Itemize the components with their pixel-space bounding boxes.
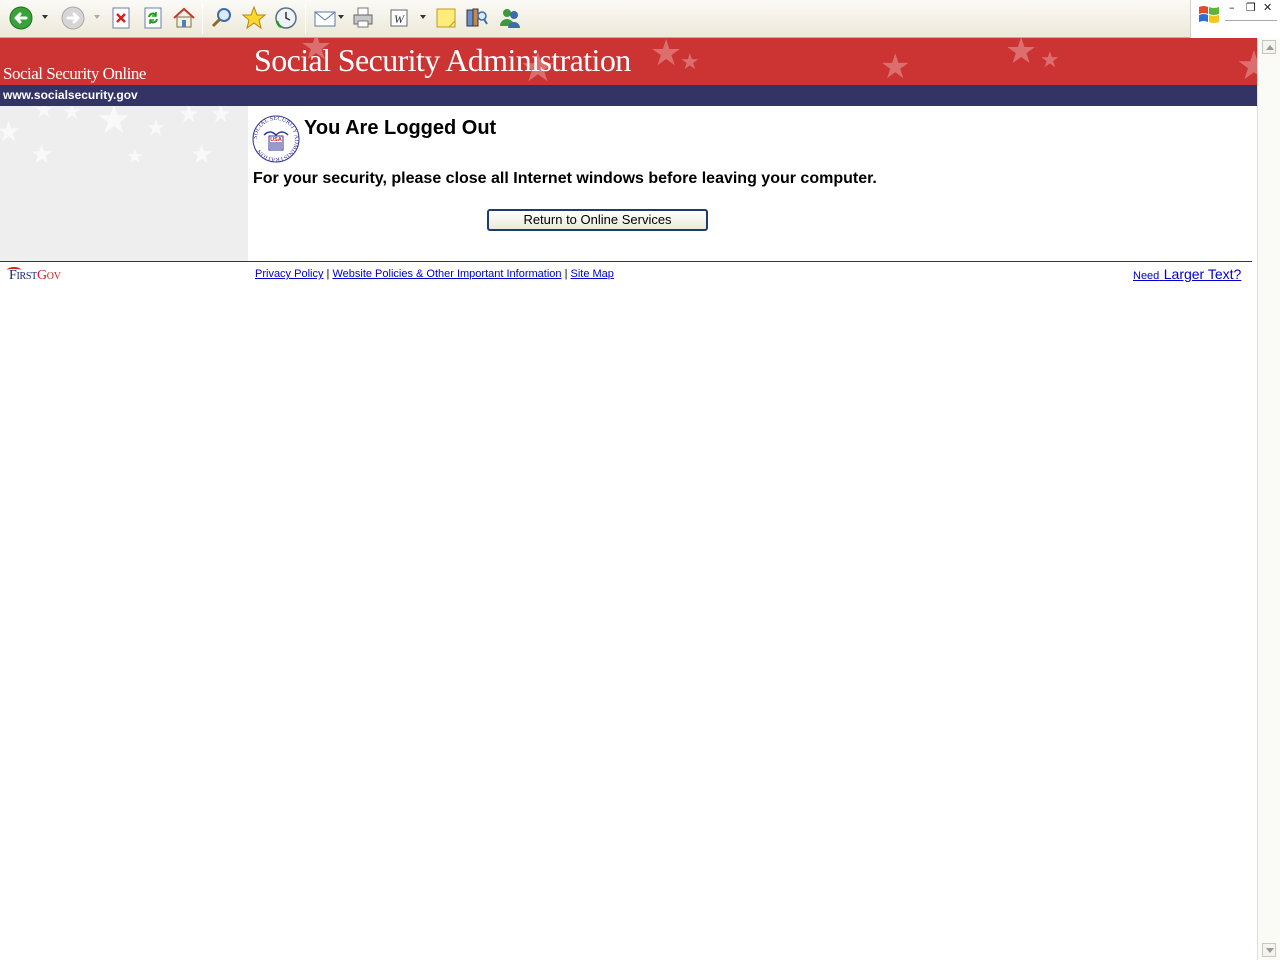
star-decoration: ★ [1236,43,1257,85]
star-decoration: ★ [880,47,911,85]
security-message: For your security, please close all Inte… [253,170,877,187]
footer-links: Privacy Policy | Website Policies & Othe… [255,268,614,280]
scroll-down-button[interactable] [1262,943,1276,957]
star-decoration: ★ [0,115,22,148]
minimize-icon[interactable]: – [1229,1,1235,15]
site-map-link[interactable]: Site Map [571,268,614,280]
print-icon[interactable] [350,5,376,31]
site-url: www.socialsecurity.gov [3,88,138,102]
mail-dropdown-icon[interactable] [338,15,344,19]
forward-dropdown-icon[interactable] [94,15,100,19]
main-content: SOCIAL SECURITY ADMINISTRATION USA You A… [248,106,1257,261]
search-icon[interactable] [209,5,235,31]
vertical-scrollbar[interactable] [1257,38,1280,960]
star-decoration: ★ [62,106,82,125]
window-corner: – ❐ ✕ [1190,0,1280,38]
website-policies-link[interactable]: Website Policies & Other Important Infor… [332,268,561,280]
left-column: ★ ★ ★ ★ ★ ★ ★ ★ ★ ★ [0,106,248,261]
star-decoration: ★ [1005,38,1038,72]
firstgov-swoosh-icon [7,267,21,273]
mail-icon[interactable] [312,5,338,31]
throbber-divider [1225,20,1277,21]
firstgov-logo[interactable]: FirstGov [7,267,61,284]
scroll-up-button[interactable] [1262,40,1276,54]
footer-divider [0,261,1252,262]
ssa-seal-icon: SOCIAL SECURITY ADMINISTRATION USA [252,115,300,163]
larger-text-link[interactable]: Need Larger Text? [1133,266,1241,284]
stop-icon[interactable] [108,5,134,31]
restore-icon[interactable]: ❐ [1246,1,1256,15]
toolbar-separator [305,4,306,34]
back-icon[interactable] [8,5,34,31]
favorites-icon[interactable] [241,5,267,31]
link-separator: | [561,268,571,280]
toolbar-separator [202,4,203,34]
edit-icon[interactable]: W [387,5,413,31]
return-to-online-services-button[interactable]: Return to Online Services [487,209,708,231]
star-decoration: ★ [680,50,700,75]
star-decoration: ★ [96,106,132,143]
home-icon[interactable] [171,5,197,31]
privacy-policy-link[interactable]: Privacy Policy [255,268,323,280]
back-dropdown-icon[interactable] [42,15,48,19]
star-decoration: ★ [210,106,232,128]
star-decoration: ★ [650,38,683,74]
messenger-icon[interactable] [497,5,523,31]
close-icon[interactable]: ✕ [1263,1,1272,15]
site-name: Social Security Online [3,64,146,83]
url-strip: www.socialsecurity.gov [0,85,1257,106]
star-decoration: ★ [178,106,200,128]
star-decoration: ★ [34,106,54,123]
research-icon[interactable] [464,5,490,31]
larger-text-label: Larger Text? [1163,266,1242,282]
star-decoration: ★ [146,116,166,141]
browser-toolbar: W [0,0,1190,38]
history-icon[interactable] [273,5,299,31]
need-text: Need [1133,270,1160,282]
page-heading: You Are Logged Out [304,117,497,139]
agency-title: Social Security Administration [254,42,631,78]
star-decoration: ★ [126,144,144,168]
star-decoration: ★ [30,140,54,170]
forward-icon[interactable] [60,5,86,31]
svg-text:W: W [394,12,405,26]
firstgov-logo-gov: Gov [36,268,61,283]
svg-text:USA: USA [270,137,282,143]
header-banner: ★ ★ ★ ★ ★ ★ ★ ★ Social Security Online S… [0,38,1257,85]
windows-logo-icon [1197,3,1221,25]
star-decoration: ★ [1040,48,1060,73]
refresh-icon[interactable] [140,5,166,31]
web-page: ★ ★ ★ ★ ★ ★ ★ ★ Social Security Online S… [0,38,1257,960]
star-decoration: ★ [190,140,214,170]
edit-dropdown-icon[interactable] [420,15,426,19]
discuss-icon[interactable] [433,5,459,31]
